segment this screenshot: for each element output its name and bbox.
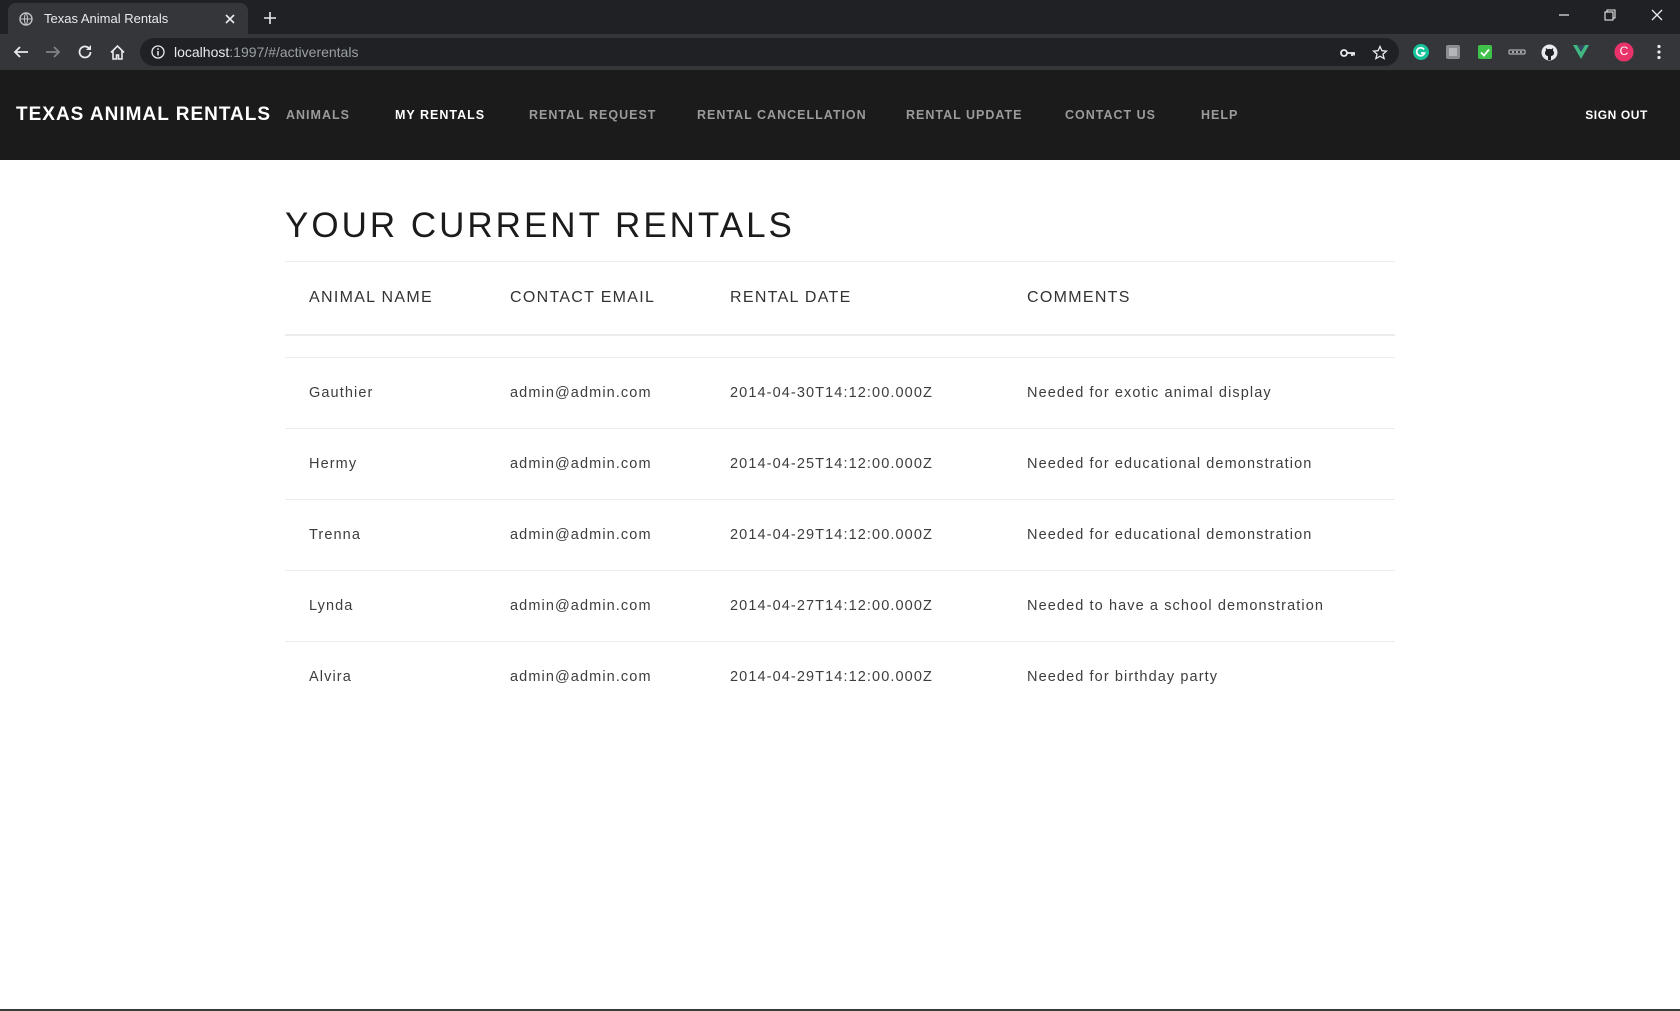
reload-icon[interactable] (70, 37, 100, 67)
table-row: Trenna admin@admin.com 2014-04-29T14:12:… (285, 499, 1395, 571)
nav-my-rentals[interactable]: MY RENTALS (395, 108, 485, 122)
minimize-icon[interactable] (1541, 0, 1587, 30)
bookmark-star-icon[interactable] (1371, 44, 1389, 62)
sign-out-link[interactable]: SIGN OUT (1585, 108, 1648, 122)
url-host: localhost (174, 44, 230, 60)
browser-toolbar: localhost:1997/#/activerentals C (0, 34, 1680, 70)
vue-devtools-icon[interactable] (1571, 42, 1591, 62)
nav-contact-us[interactable]: CONTACT US (1065, 108, 1156, 122)
rentals-table: ANIMAL NAME CONTACT EMAIL RENTAL DATE CO… (285, 262, 1395, 712)
table-row: Hermy admin@admin.com 2014-04-25T14:12:0… (285, 428, 1395, 500)
tab-title: Texas Animal Rentals (44, 11, 169, 26)
site-brand[interactable]: TEXAS ANIMAL RENTALS (16, 104, 271, 126)
column-header-animal-name: ANIMAL NAME (309, 289, 433, 306)
globe-icon (18, 11, 34, 27)
page-title: YOUR CURRENT RENTALS (285, 206, 795, 245)
back-arrow-icon[interactable] (6, 37, 36, 67)
table-row: Alvira admin@admin.com 2014-04-29T14:12:… (285, 641, 1395, 712)
cell-contact-email: admin@admin.com (486, 499, 706, 571)
table-header-row: ANIMAL NAME CONTACT EMAIL RENTAL DATE CO… (285, 262, 1395, 335)
nav-animals[interactable]: ANIMALS (286, 108, 350, 122)
column-header-rental-date: RENTAL DATE (730, 289, 852, 306)
cell-rental-date: 2014-04-25T14:12:00.000Z (706, 428, 1003, 500)
close-tab-icon[interactable] (222, 11, 238, 27)
cell-animal-name: Lynda (285, 570, 486, 642)
cell-rental-date: 2014-04-29T14:12:00.000Z (706, 499, 1003, 571)
table-spacer-row (285, 335, 1395, 358)
cell-rental-date: 2014-04-30T14:12:00.000Z (706, 357, 1003, 429)
close-window-icon[interactable] (1634, 0, 1680, 30)
key-icon[interactable] (1339, 44, 1357, 62)
table-row: Lynda admin@admin.com 2014-04-27T14:12:0… (285, 570, 1395, 642)
url-text: localhost:1997/#/activerentals (174, 44, 358, 60)
cell-animal-name: Hermy (285, 428, 486, 500)
github-extension-icon[interactable] (1539, 42, 1559, 62)
address-bar[interactable]: localhost:1997/#/activerentals (140, 38, 1399, 66)
restore-icon[interactable] (1587, 0, 1633, 30)
cell-rental-date: 2014-04-29T14:12:00.000Z (730, 668, 933, 685)
cell-comments: Needed for educational demonstration (1003, 499, 1395, 571)
info-icon[interactable] (150, 44, 166, 60)
main-content: YOUR CURRENT RENTALS ANIMAL NAME CONTACT… (285, 160, 1395, 712)
browser-tabstrip: Texas Animal Rentals (0, 0, 1680, 34)
nav-rental-request[interactable]: RENTAL REQUEST (529, 108, 656, 122)
browser-tab[interactable]: Texas Animal Rentals (8, 3, 248, 34)
cell-comments: Needed for exotic animal display (1003, 357, 1395, 429)
extension-check-icon[interactable] (1475, 42, 1495, 62)
cell-comments: Needed for educational demonstration (1003, 428, 1395, 500)
cell-contact-email: admin@admin.com (486, 428, 706, 500)
table-row: Gauthier admin@admin.com 2014-04-30T14:1… (285, 357, 1395, 429)
column-header-contact-email: CONTACT EMAIL (510, 289, 656, 306)
new-tab-button[interactable] (258, 6, 282, 30)
cell-animal-name: Gauthier (285, 357, 486, 429)
browser-menu-icon[interactable] (1649, 42, 1669, 62)
url-path: :1997/#/activerentals (229, 44, 359, 60)
profile-initial: C (1619, 44, 1629, 58)
forward-arrow-icon[interactable] (38, 37, 68, 67)
cell-rental-date: 2014-04-27T14:12:00.000Z (706, 570, 1003, 642)
grammarly-extension-icon[interactable] (1411, 42, 1431, 62)
cell-contact-email: admin@admin.com (486, 570, 706, 642)
home-icon[interactable] (102, 37, 132, 67)
nav-rental-cancellation[interactable]: RENTAL CANCELLATION (697, 108, 867, 122)
cell-contact-email: admin@admin.com (510, 668, 652, 685)
column-header-comments: COMMENTS (1027, 289, 1131, 306)
cell-comments: Needed for birthday party (1027, 668, 1219, 685)
extension-square-icon[interactable] (1443, 42, 1463, 62)
nav-help[interactable]: HELP (1201, 108, 1238, 122)
profile-avatar[interactable]: C (1614, 42, 1634, 62)
nav-rental-update[interactable]: RENTAL UPDATE (906, 108, 1022, 122)
cell-animal-name: Alvira (309, 668, 352, 685)
cell-contact-email: admin@admin.com (486, 357, 706, 429)
extension-dots-icon[interactable] (1507, 42, 1527, 62)
site-navbar: TEXAS ANIMAL RENTALS ANIMALS MY RENTALS … (0, 70, 1680, 160)
cell-animal-name: Trenna (285, 499, 486, 571)
cell-comments: Needed to have a school demonstration (1003, 570, 1395, 642)
